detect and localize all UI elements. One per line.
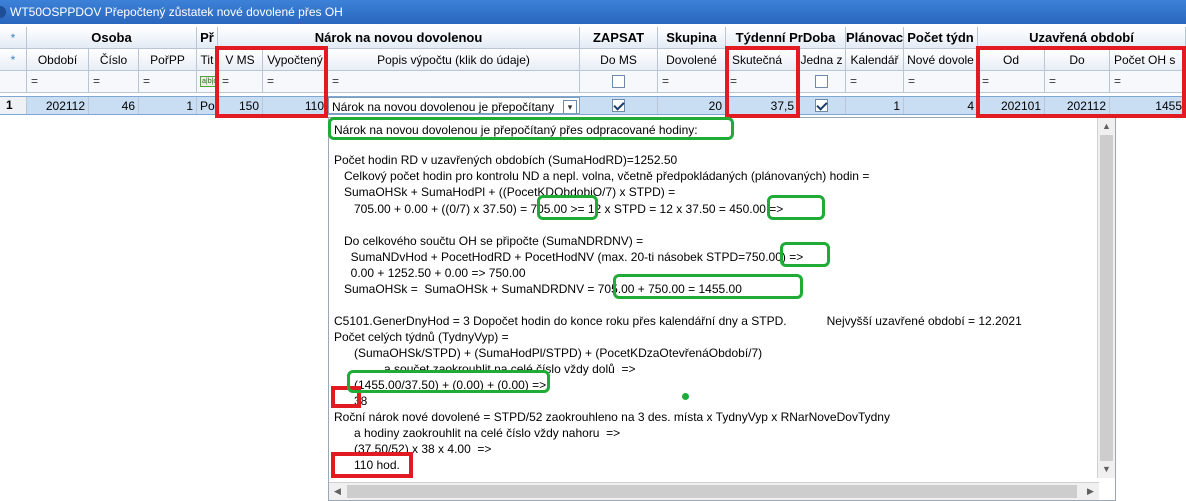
popup-line: SumaOHSk + SumaHodPl + ((PocetKDObdobiO/… — [334, 185, 676, 199]
cell-porpp[interactable]: 1 — [139, 97, 197, 114]
window-title: WT50OSPPDOV Přepočtený zůstatek nové dov… — [10, 5, 343, 19]
column-porpp[interactable]: PořPP — [139, 49, 197, 70]
scroll-down-icon[interactable]: ▼ — [1098, 461, 1115, 478]
annotation-red-box-skutecna — [725, 46, 800, 118]
group-zapsat[interactable]: ZAPSAT — [580, 27, 658, 48]
filter-nove-dovole[interactable]: = — [904, 71, 978, 92]
column-do-ms[interactable]: Do MS — [580, 49, 658, 70]
annotation-green-box-705 — [537, 195, 598, 220]
row-index: 1 — [0, 97, 27, 114]
column-cislo[interactable]: Číslo — [89, 49, 139, 70]
app-icon — [0, 6, 6, 18]
popup-line: C5101.GenerDnyHod = 3 Dopočet hodin do k… — [334, 314, 1022, 328]
scroll-up-icon[interactable]: ▲ — [1098, 118, 1115, 135]
cell-popis-dropdown[interactable]: Nárok na novou dovolenou je přepočítany … — [328, 97, 580, 114]
popup-line: 0.00 + 1252.50 + 0.00 => 750.00 — [334, 266, 526, 280]
popup-line: Počet celých týdnů (TydnyVyp) = — [334, 330, 509, 344]
group-pocet-tydnu[interactable]: Počet týdn — [904, 27, 978, 48]
group-star: * — [0, 27, 27, 48]
annotation-green-box-450 — [767, 195, 825, 220]
filter-corner — [0, 71, 27, 92]
cell-dovolene[interactable]: 20 — [658, 97, 726, 114]
filter-kalendar[interactable]: = — [846, 71, 904, 92]
window-title-bar: WT50OSPPDOV Přepočtený zůstatek nové dov… — [0, 0, 1186, 24]
scroll-left-icon[interactable]: ◀ — [329, 483, 346, 500]
annotation-green-box-tydny — [347, 370, 550, 393]
cell-nove-dovole[interactable]: 4 — [904, 97, 978, 114]
column-kalendar[interactable]: Kalendář — [846, 49, 904, 70]
group-narok[interactable]: Nárok na novou dovolenou — [218, 27, 580, 48]
annotation-green-box-750 — [780, 242, 830, 267]
popup-line: a hodiny zaokrouhlit na celé číslo vždy … — [334, 426, 621, 440]
popup-line: Celkový počet hodin pro kontrolu ND a ne… — [334, 169, 870, 183]
chevron-down-icon[interactable]: ▾ — [563, 100, 577, 113]
cell-cislo[interactable]: 46 — [89, 97, 139, 114]
do-ms-checkbox[interactable] — [612, 99, 625, 113]
popup-line: (SumaOHSk/STPD) + (SumaHodPl/STPD) + (Po… — [334, 346, 763, 360]
column-obdobi[interactable]: Období — [27, 49, 89, 70]
column-nove-dovole[interactable]: Nové dovole — [904, 49, 978, 70]
annotation-red-box-uzavrena — [976, 46, 1186, 118]
group-tydenni[interactable]: Týdenní PrDoba — [726, 27, 846, 48]
popup-line: Počet hodin RD v uzavřených obdobích (Su… — [334, 153, 678, 167]
cell-do-ms[interactable] — [580, 97, 658, 114]
column-jedna-z[interactable]: Jedna z — [798, 49, 846, 70]
annotation-green-box-1455 — [613, 274, 803, 299]
filter-obdobi[interactable]: = — [27, 71, 89, 92]
popup-line: Roční nárok nové dovolené = STPD/52 zaok… — [334, 410, 890, 424]
scroll-right-icon[interactable]: ▶ — [1082, 483, 1099, 500]
cell-jedna-z[interactable] — [798, 97, 846, 114]
column-star: * — [0, 49, 27, 70]
scroll-thumb[interactable] — [1100, 135, 1113, 461]
filter-do-ms-checkbox[interactable] — [612, 75, 625, 89]
group-skupina[interactable]: Skupina — [658, 27, 726, 48]
popup-vertical-scrollbar[interactable]: ▲ ▼ — [1097, 118, 1115, 478]
popup-line: Do celkového součtu OH se připočte (Suma… — [334, 234, 644, 248]
scroll-thumb-horizontal[interactable] — [347, 485, 1077, 498]
annotation-green-dot — [682, 393, 689, 400]
column-popis[interactable]: Popis výpočtu (klik do údaje) — [328, 49, 580, 70]
popup-line: SumaNDvHod + PocetHodRD + PocetHodNV (ma… — [334, 250, 804, 264]
filter-cislo[interactable]: = — [89, 71, 139, 92]
filter-do-ms[interactable] — [580, 71, 658, 92]
annotation-red-box-narok — [215, 46, 328, 118]
filter-porpp[interactable]: = — [139, 71, 197, 92]
popup-horizontal-scrollbar[interactable]: ◀ ▶ — [329, 482, 1099, 500]
cell-popis-text: Nárok na novou dovolenou je přepočítany — [332, 100, 555, 114]
cell-kalendar[interactable]: 1 — [846, 97, 904, 114]
group-uzavrena[interactable]: Uzavřená období — [978, 27, 1186, 48]
filter-popis[interactable]: = — [328, 71, 580, 92]
filter-jedna-z[interactable] — [798, 71, 846, 92]
annotation-green-box-header — [328, 117, 734, 140]
filter-dovolene[interactable]: = — [658, 71, 726, 92]
calculation-description-popup[interactable]: Nárok na novou dovolenou je přepočítaný … — [328, 117, 1116, 501]
filter-jedna-z-checkbox[interactable] — [815, 75, 828, 89]
column-dovolene[interactable]: Dovolené — [658, 49, 726, 70]
annotation-red-box-110 — [331, 452, 413, 478]
group-planovac[interactable]: Plánovac — [846, 27, 904, 48]
group-osoba[interactable]: Osoba — [27, 27, 197, 48]
cell-obdobi[interactable]: 202112 — [27, 97, 89, 114]
group-pr[interactable]: Př — [197, 27, 218, 48]
jedna-z-checkbox[interactable] — [815, 99, 828, 113]
